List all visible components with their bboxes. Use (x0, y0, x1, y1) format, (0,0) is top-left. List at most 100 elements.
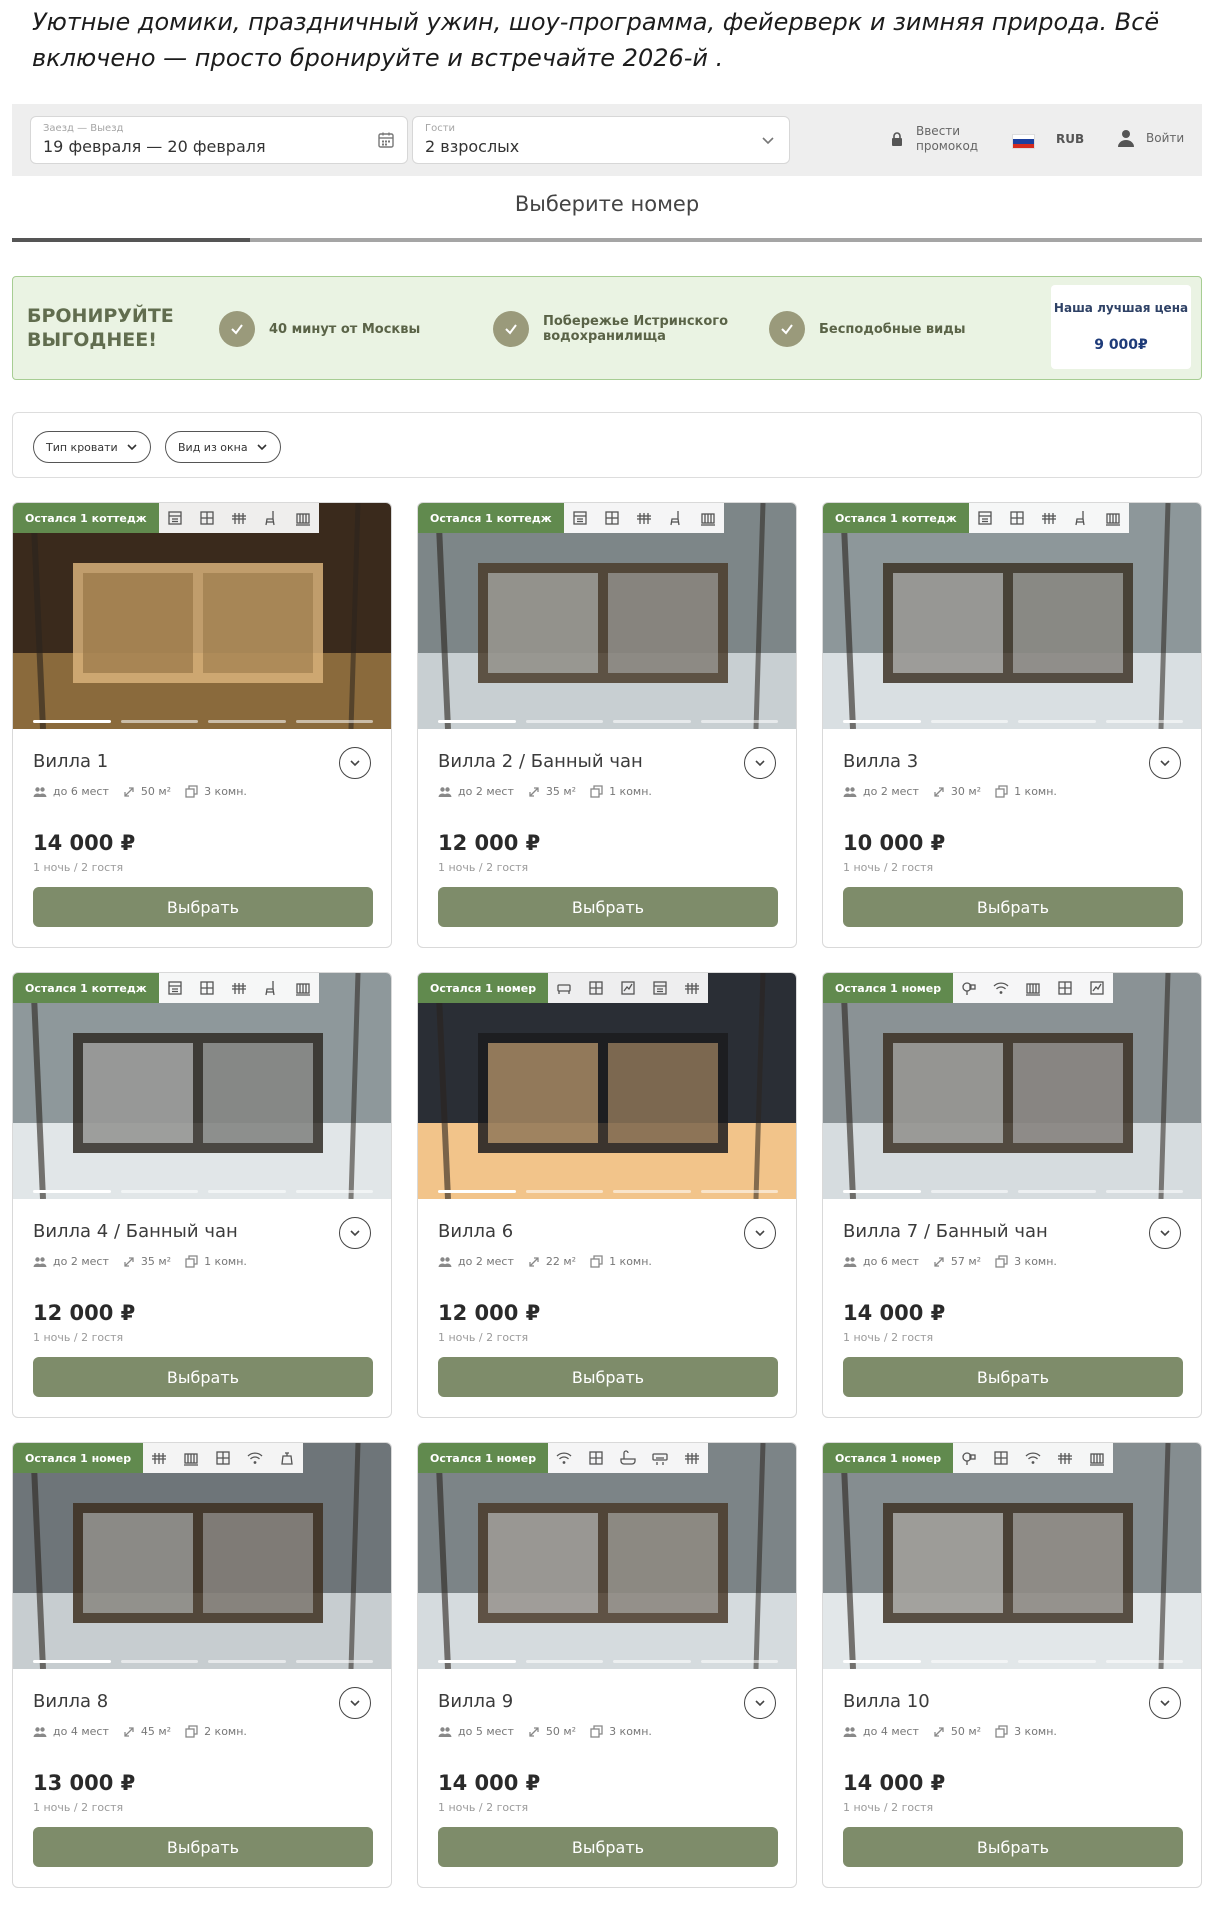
pagination-dot[interactable] (1018, 1660, 1096, 1663)
room-photo[interactable]: Остался 1 коттедж (823, 503, 1201, 729)
select-room-button[interactable]: Выбрать (843, 1357, 1183, 1397)
photo-pagination[interactable] (438, 720, 778, 723)
expand-button[interactable] (1149, 1217, 1181, 1249)
room-photo[interactable]: Остался 1 номер (13, 1443, 391, 1669)
guests-spec-text: до 6 мест (53, 785, 109, 798)
expand-button[interactable] (744, 1217, 776, 1249)
room-name[interactable]: Вилла 2 / Банный чан (438, 751, 643, 772)
pagination-dot[interactable] (525, 720, 603, 723)
room-photo[interactable]: Остался 1 коттедж (13, 503, 391, 729)
pagination-dot[interactable] (295, 1660, 373, 1663)
select-room-button[interactable]: Выбрать (438, 887, 778, 927)
room-photo[interactable]: Остался 1 номер (418, 1443, 796, 1669)
pagination-dot[interactable] (700, 720, 778, 723)
dates-field[interactable]: Заезд — Выезд 19 февраля — 20 февраля (30, 116, 408, 164)
window-view-filter[interactable]: Вид из окна (165, 431, 281, 463)
people-icon (33, 786, 47, 797)
pagination-dot[interactable] (120, 1190, 198, 1193)
pagination-dot[interactable] (120, 720, 198, 723)
pagination-dot[interactable] (930, 720, 1008, 723)
bed-type-filter[interactable]: Тип кровати (33, 431, 151, 463)
pagination-dot[interactable] (700, 1190, 778, 1193)
room-name[interactable]: Вилла 8 (33, 1691, 108, 1712)
pagination-dot[interactable] (208, 1660, 286, 1663)
people-icon (33, 1256, 47, 1267)
pagination-dot[interactable] (438, 1660, 516, 1663)
select-room-button[interactable]: Выбрать (843, 887, 1183, 927)
pagination-dot[interactable] (33, 1660, 111, 1663)
expand-button[interactable] (1149, 747, 1181, 779)
pagination-dot[interactable] (843, 1660, 921, 1663)
expand-button[interactable] (339, 747, 371, 779)
photo-pagination[interactable] (843, 720, 1183, 723)
pagination-dot[interactable] (1105, 1190, 1183, 1193)
photo-pagination[interactable] (33, 1660, 373, 1663)
room-photo[interactable]: Остался 1 номер (418, 973, 796, 1199)
heater-icon (223, 503, 255, 533)
room-name[interactable]: Вилла 3 (843, 751, 918, 772)
room-name[interactable]: Вилла 6 (438, 1221, 513, 1242)
expand-button[interactable] (744, 1687, 776, 1719)
select-room-button[interactable]: Выбрать (843, 1827, 1183, 1867)
photo-pagination[interactable] (438, 1660, 778, 1663)
pagination-dot[interactable] (613, 720, 691, 723)
pagination-dot[interactable] (208, 720, 286, 723)
stove-icon (969, 503, 1001, 533)
pagination-dot[interactable] (525, 1660, 603, 1663)
room-name[interactable]: Вилла 10 (843, 1691, 930, 1712)
pagination-dot[interactable] (613, 1660, 691, 1663)
pagination-dot[interactable] (295, 1190, 373, 1193)
pagination-dot[interactable] (843, 1190, 921, 1193)
pagination-dot[interactable] (120, 1660, 198, 1663)
pagination-dot[interactable] (295, 720, 373, 723)
expand-button[interactable] (744, 747, 776, 779)
photo-pagination[interactable] (33, 1190, 373, 1193)
photo-pagination[interactable] (843, 1190, 1183, 1193)
heater-icon (1049, 1443, 1081, 1473)
select-room-button[interactable]: Выбрать (438, 1827, 778, 1867)
pagination-dot[interactable] (33, 1190, 111, 1193)
expand-button[interactable] (339, 1217, 371, 1249)
room-specs: до 2 мест 35 м² 1 комн. (438, 785, 666, 798)
pagination-dot[interactable] (438, 1190, 516, 1193)
expand-button[interactable] (1149, 1687, 1181, 1719)
pagination-dot[interactable] (208, 1190, 286, 1193)
room-photo[interactable]: Остался 1 коттедж (418, 503, 796, 729)
pagination-dot[interactable] (525, 1190, 603, 1193)
pagination-dot[interactable] (930, 1190, 1008, 1193)
hairdryer-icon (953, 1443, 985, 1473)
best-price-value: 9 000₽ (1094, 337, 1148, 353)
room-name[interactable]: Вилла 7 / Банный чан (843, 1221, 1048, 1242)
photo-pagination[interactable] (33, 720, 373, 723)
room-name[interactable]: Вилла 4 / Банный чан (33, 1221, 238, 1242)
select-room-button[interactable]: Выбрать (33, 1827, 373, 1867)
availability-badge: Остался 1 номер (418, 973, 549, 1003)
photo-pagination[interactable] (438, 1190, 778, 1193)
photo-pagination[interactable] (843, 1660, 1183, 1663)
pagination-dot[interactable] (1018, 1190, 1096, 1193)
guests-field[interactable]: Гости 2 взрослых (412, 116, 790, 164)
select-room-button[interactable]: Выбрать (33, 1357, 373, 1397)
pagination-dot[interactable] (930, 1660, 1008, 1663)
room-photo[interactable]: Остался 1 коттедж (13, 973, 391, 1199)
pagination-dot[interactable] (843, 720, 921, 723)
pagination-dot[interactable] (1105, 1660, 1183, 1663)
room-name[interactable]: Вилла 1 (33, 751, 108, 772)
room-name[interactable]: Вилла 9 (438, 1691, 513, 1712)
pagination-dot[interactable] (700, 1660, 778, 1663)
room-photo[interactable]: Остался 1 номер (823, 1443, 1201, 1669)
pagination-dot[interactable] (438, 720, 516, 723)
expand-button[interactable] (339, 1687, 371, 1719)
radiator-icon (1081, 1443, 1113, 1473)
room-photo[interactable]: Остался 1 номер (823, 973, 1201, 1199)
currency-selector[interactable]: RUB (1056, 132, 1084, 146)
select-room-button[interactable]: Выбрать (438, 1357, 778, 1397)
pagination-dot[interactable] (1105, 720, 1183, 723)
login-button[interactable]: Войти (1116, 128, 1184, 148)
select-room-button[interactable]: Выбрать (33, 887, 373, 927)
pagination-dot[interactable] (1018, 720, 1096, 723)
promo-code-button[interactable]: Ввести промокод (890, 124, 988, 154)
pagination-dot[interactable] (613, 1190, 691, 1193)
russia-flag-icon[interactable] (1012, 134, 1035, 149)
pagination-dot[interactable] (33, 720, 111, 723)
